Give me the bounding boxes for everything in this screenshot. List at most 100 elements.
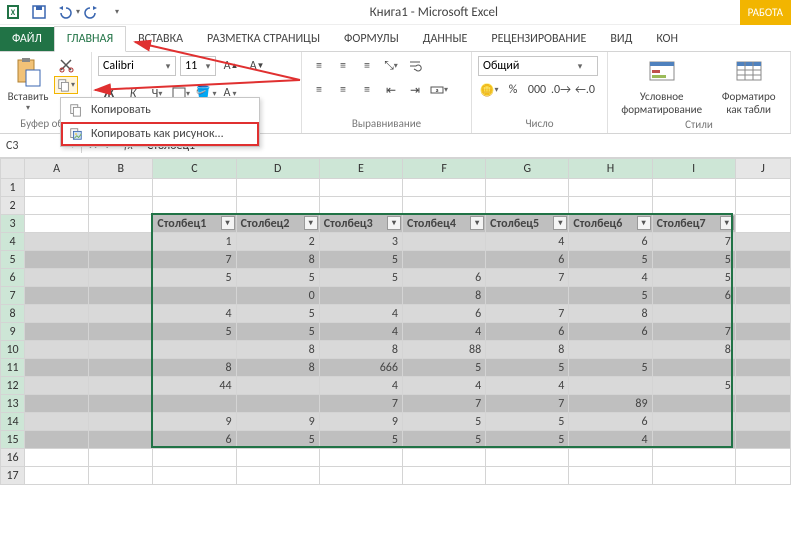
row-header[interactable]: 11 [1, 359, 25, 377]
cell[interactable]: 5 [402, 359, 485, 377]
align-bottom-icon[interactable]: ≡ [356, 56, 378, 76]
column-header[interactable]: G [486, 159, 569, 179]
cell[interactable] [652, 395, 735, 413]
column-header[interactable]: E [319, 159, 402, 179]
cell[interactable] [402, 233, 485, 251]
cell[interactable] [735, 395, 790, 413]
cell[interactable]: 6 [153, 431, 236, 449]
cell[interactable] [25, 287, 89, 305]
cell[interactable] [236, 377, 319, 395]
cell[interactable] [569, 377, 652, 395]
cell[interactable]: 5 [569, 287, 652, 305]
cell[interactable] [153, 395, 236, 413]
cell[interactable] [486, 449, 569, 467]
tab-page-layout[interactable]: РАЗМЕТКА СТРАНИЦЫ [195, 27, 332, 51]
cell[interactable]: 5 [402, 413, 485, 431]
cell[interactable] [486, 179, 569, 197]
align-left-icon[interactable]: ≡ [308, 80, 330, 100]
filter-dropdown-icon[interactable]: ▾ [387, 216, 401, 230]
menu-copy-as-picture[interactable]: Копировать как рисунок... [61, 122, 259, 146]
row-header[interactable]: 9 [1, 323, 25, 341]
cell[interactable] [319, 287, 402, 305]
cell[interactable]: 8 [153, 359, 236, 377]
column-header[interactable]: I [652, 159, 735, 179]
cell[interactable]: 88 [402, 341, 485, 359]
cell[interactable]: 4 [153, 305, 236, 323]
row-header[interactable]: 15 [1, 431, 25, 449]
column-header[interactable]: F [402, 159, 485, 179]
table-header-cell[interactable]: Столбец1▾ [153, 215, 236, 233]
cell[interactable]: 8 [569, 305, 652, 323]
cell[interactable] [735, 269, 790, 287]
percent-style-icon[interactable]: % [502, 80, 524, 100]
cell[interactable] [569, 449, 652, 467]
cell[interactable]: 5 [153, 323, 236, 341]
tab-insert[interactable]: ВСТАВКА [126, 27, 195, 51]
cell[interactable] [402, 251, 485, 269]
filter-dropdown-icon[interactable]: ▾ [470, 216, 484, 230]
cell[interactable]: 4 [319, 305, 402, 323]
cell[interactable] [486, 287, 569, 305]
row-header[interactable]: 12 [1, 377, 25, 395]
filter-dropdown-icon[interactable]: ▾ [553, 216, 567, 230]
cell[interactable] [735, 305, 790, 323]
cell[interactable]: 8 [402, 287, 485, 305]
cell[interactable] [153, 341, 236, 359]
cell[interactable] [652, 305, 735, 323]
cell[interactable]: 4 [569, 431, 652, 449]
wrap-text-icon[interactable] [404, 56, 426, 76]
cell[interactable] [735, 413, 790, 431]
cell[interactable] [25, 215, 89, 233]
cell[interactable]: 0 [236, 287, 319, 305]
filter-dropdown-icon[interactable]: ▾ [221, 216, 235, 230]
column-header[interactable]: H [569, 159, 652, 179]
cell[interactable] [402, 467, 485, 485]
column-header[interactable]: D [236, 159, 319, 179]
cell[interactable] [25, 197, 89, 215]
cell[interactable]: 5 [236, 269, 319, 287]
cell[interactable]: 4 [402, 323, 485, 341]
cell[interactable] [735, 197, 790, 215]
row-header[interactable]: 2 [1, 197, 25, 215]
cell[interactable]: 7 [319, 395, 402, 413]
font-name-input[interactable] [99, 59, 161, 73]
cell[interactable]: 6 [486, 251, 569, 269]
cell[interactable]: 666 [319, 359, 402, 377]
cell[interactable] [25, 449, 89, 467]
cell[interactable] [569, 467, 652, 485]
cell[interactable] [89, 251, 153, 269]
cell[interactable] [25, 413, 89, 431]
decrease-font-icon[interactable]: A▼ [246, 56, 268, 76]
cell[interactable] [652, 449, 735, 467]
cell[interactable] [89, 395, 153, 413]
cell[interactable] [89, 323, 153, 341]
cell[interactable]: 5 [486, 413, 569, 431]
cell[interactable] [319, 449, 402, 467]
paste-button[interactable]: Вставить ▾ [6, 56, 50, 113]
cell[interactable]: 8 [319, 341, 402, 359]
increase-decimal-icon[interactable]: .0→ [550, 80, 572, 100]
cell[interactable]: 3 [319, 233, 402, 251]
row-header[interactable]: 3 [1, 215, 25, 233]
table-header-cell[interactable]: Столбец3▾ [319, 215, 402, 233]
cell[interactable]: 5 [652, 251, 735, 269]
cell[interactable]: 7 [652, 323, 735, 341]
chevron-down-icon[interactable]: ▾ [161, 61, 175, 72]
cell[interactable] [153, 449, 236, 467]
cell[interactable]: 7 [402, 395, 485, 413]
cell[interactable] [735, 323, 790, 341]
cell[interactable]: 7 [652, 233, 735, 251]
cell[interactable] [236, 395, 319, 413]
cut-icon[interactable] [54, 56, 78, 74]
cell[interactable]: 5 [319, 269, 402, 287]
row-header[interactable]: 4 [1, 233, 25, 251]
column-header[interactable]: A [25, 159, 89, 179]
font-size-input[interactable] [181, 59, 201, 73]
cell[interactable]: 5 [402, 431, 485, 449]
cell[interactable] [89, 449, 153, 467]
cell[interactable] [486, 467, 569, 485]
cell[interactable]: 5 [236, 431, 319, 449]
cell[interactable] [89, 413, 153, 431]
cell[interactable]: 1 [153, 233, 236, 251]
cell[interactable] [735, 179, 790, 197]
